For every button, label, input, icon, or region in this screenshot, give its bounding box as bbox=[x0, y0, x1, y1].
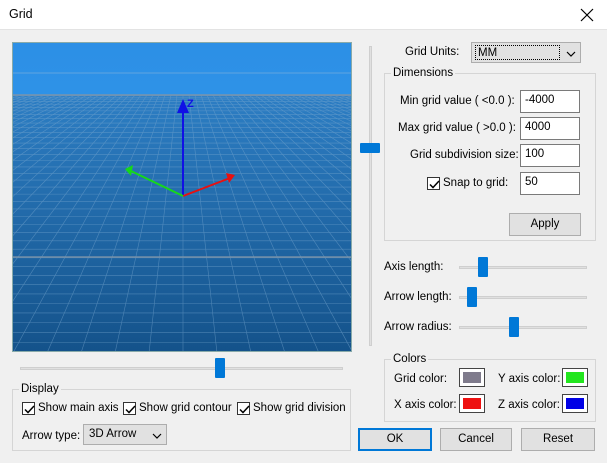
show-main-axis-label: Show main axis bbox=[38, 402, 119, 414]
arrow-length-track[interactable] bbox=[459, 296, 587, 299]
x-axis-color-label: X axis color: bbox=[394, 399, 457, 411]
grid-subdivision-label: Grid subdivision size: bbox=[410, 149, 519, 161]
z-axis-color-swatch bbox=[566, 398, 584, 409]
reset-button[interactable]: Reset bbox=[521, 428, 595, 451]
grid-preview-viewport[interactable]: Z bbox=[12, 42, 352, 352]
show-main-axis-checkbox[interactable] bbox=[22, 402, 35, 415]
arrow-length-label: Arrow length: bbox=[384, 291, 452, 303]
chevron-down-icon bbox=[152, 431, 162, 439]
snap-to-grid-checkbox[interactable] bbox=[427, 177, 440, 190]
x-axis-color-swatch bbox=[463, 398, 481, 409]
vertical-slider-thumb[interactable] bbox=[360, 143, 380, 153]
grid-color-swatch bbox=[463, 372, 481, 383]
close-icon[interactable] bbox=[577, 5, 597, 25]
display-legend: Display bbox=[19, 383, 61, 395]
arrow-radius-thumb[interactable] bbox=[509, 317, 519, 337]
axis-length-label: Axis length: bbox=[384, 261, 444, 273]
arrow-type-label: Arrow type: bbox=[22, 430, 81, 442]
arrow-type-value: 3D Arrow bbox=[89, 428, 137, 440]
ok-button[interactable]: OK bbox=[358, 428, 432, 451]
axis-length-thumb[interactable] bbox=[478, 257, 488, 277]
x-axis-color-button[interactable] bbox=[459, 394, 485, 413]
dimensions-legend: Dimensions bbox=[391, 67, 456, 79]
grid-color-label: Grid color: bbox=[394, 373, 448, 385]
y-axis-color-label: Y axis color: bbox=[498, 373, 561, 385]
cancel-button[interactable]: Cancel bbox=[440, 428, 512, 451]
title-bar bbox=[0, 0, 607, 30]
grid-units-value: MM bbox=[475, 45, 560, 60]
arrow-radius-track[interactable] bbox=[459, 326, 587, 329]
grid-subdivision-input[interactable]: 100 bbox=[520, 144, 580, 167]
z-axis-color-label: Z axis color: bbox=[498, 399, 560, 411]
grid-color-button[interactable] bbox=[459, 368, 485, 387]
max-grid-label: Max grid value ( >0.0 ): bbox=[398, 122, 516, 134]
snap-to-grid-label: Snap to grid: bbox=[443, 177, 509, 189]
chevron-down-icon bbox=[566, 49, 576, 57]
arrow-length-thumb[interactable] bbox=[467, 287, 477, 307]
apply-button[interactable]: Apply bbox=[509, 213, 581, 236]
z-axis-label: Z bbox=[187, 98, 194, 110]
arrow-radius-label: Arrow radius: bbox=[384, 321, 452, 333]
y-axis-color-button[interactable] bbox=[562, 368, 588, 387]
grid-units-select[interactable]: MM bbox=[471, 42, 581, 63]
snap-to-grid-input[interactable]: 50 bbox=[520, 172, 580, 195]
arrow-type-select[interactable]: 3D Arrow bbox=[83, 424, 167, 445]
show-grid-division-checkbox[interactable] bbox=[237, 402, 250, 415]
horizontal-slider-thumb[interactable] bbox=[215, 358, 225, 378]
grid-units-label: Grid Units: bbox=[405, 46, 460, 58]
min-grid-label: Min grid value ( <0.0 ): bbox=[400, 95, 515, 107]
window-title: Grid bbox=[9, 7, 33, 21]
show-grid-division-label: Show grid division bbox=[253, 402, 346, 414]
vertical-slider-track[interactable] bbox=[369, 46, 372, 346]
max-grid-input[interactable]: 4000 bbox=[520, 117, 580, 140]
horizontal-slider-track[interactable] bbox=[20, 367, 343, 370]
min-grid-input[interactable]: -4000 bbox=[520, 90, 580, 113]
colors-legend: Colors bbox=[391, 353, 429, 365]
z-axis-color-button[interactable] bbox=[562, 394, 588, 413]
y-axis-color-swatch bbox=[566, 372, 584, 383]
show-grid-contour-checkbox[interactable] bbox=[123, 402, 136, 415]
show-grid-contour-label: Show grid contour bbox=[139, 402, 232, 414]
